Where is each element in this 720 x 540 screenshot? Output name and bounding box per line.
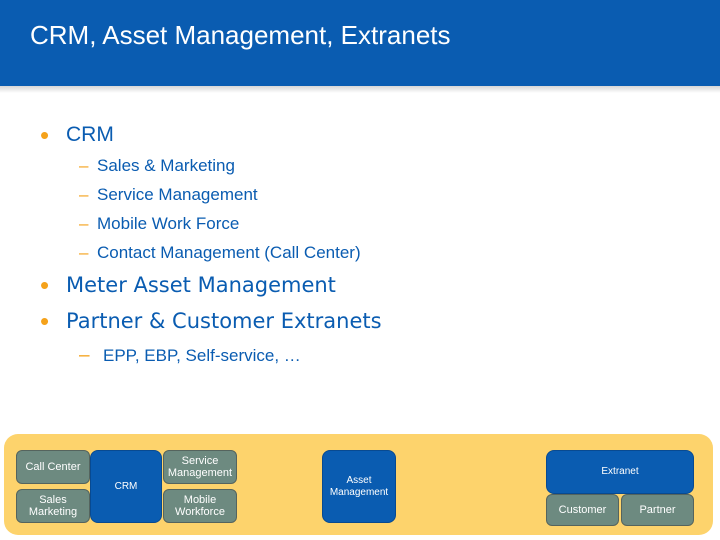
partner-box: Partner bbox=[621, 494, 694, 526]
architecture-diagram: Call Center Sales Marketing CRM Service … bbox=[4, 434, 713, 535]
crm-box: CRM bbox=[90, 450, 162, 523]
service-management-label: Service Management bbox=[167, 455, 233, 479]
partner-label: Partner bbox=[639, 504, 676, 516]
dash-icon: – bbox=[79, 345, 90, 366]
service-management-box: Service Management bbox=[163, 450, 237, 484]
asset-management-label: Asset Management bbox=[329, 474, 389, 498]
extranet-label: Extranet bbox=[601, 466, 639, 477]
bullet-label: CRM bbox=[66, 123, 114, 146]
bullet-dot-icon: • bbox=[40, 306, 50, 336]
dash-icon: – bbox=[79, 214, 89, 233]
dash-icon: – bbox=[79, 185, 89, 204]
sub-bullet-label: Contact Management (Call Center) bbox=[97, 243, 361, 262]
sub-bullet-label: EPP, EBP, Self-service, … bbox=[103, 346, 301, 365]
mobile-workforce-label: Mobile Workforce bbox=[175, 494, 225, 518]
sales-marketing-label: Sales Marketing bbox=[28, 494, 78, 518]
bullet-dot-icon: • bbox=[40, 270, 50, 300]
sub-bullet-label: Service Management bbox=[97, 185, 258, 204]
customer-box: Customer bbox=[546, 494, 619, 526]
sub-bullet-label: Mobile Work Force bbox=[97, 214, 240, 233]
customer-label: Customer bbox=[558, 504, 607, 516]
asset-management-box: Asset Management bbox=[322, 450, 396, 523]
slide-title: CRM, Asset Management, Extranets bbox=[30, 20, 451, 50]
call-center-box: Call Center bbox=[16, 450, 90, 484]
bullet-label: Meter Asset Management bbox=[66, 273, 336, 297]
title-bar-shadow bbox=[0, 86, 720, 93]
dash-icon: – bbox=[79, 156, 89, 175]
extranet-box: Extranet bbox=[546, 450, 694, 494]
sales-marketing-box: Sales Marketing bbox=[16, 489, 90, 523]
call-center-label: Call Center bbox=[25, 461, 81, 473]
crm-label: CRM bbox=[114, 480, 138, 492]
sub-bullet-label: Sales & Marketing bbox=[97, 156, 235, 175]
bullet-dot-icon: • bbox=[40, 120, 50, 150]
mobile-workforce-box: Mobile Workforce bbox=[163, 489, 237, 523]
dash-icon: – bbox=[79, 243, 89, 262]
bullet-label: Partner & Customer Extranets bbox=[66, 309, 382, 333]
title-bar: CRM, Asset Management, Extranets bbox=[0, 0, 720, 93]
